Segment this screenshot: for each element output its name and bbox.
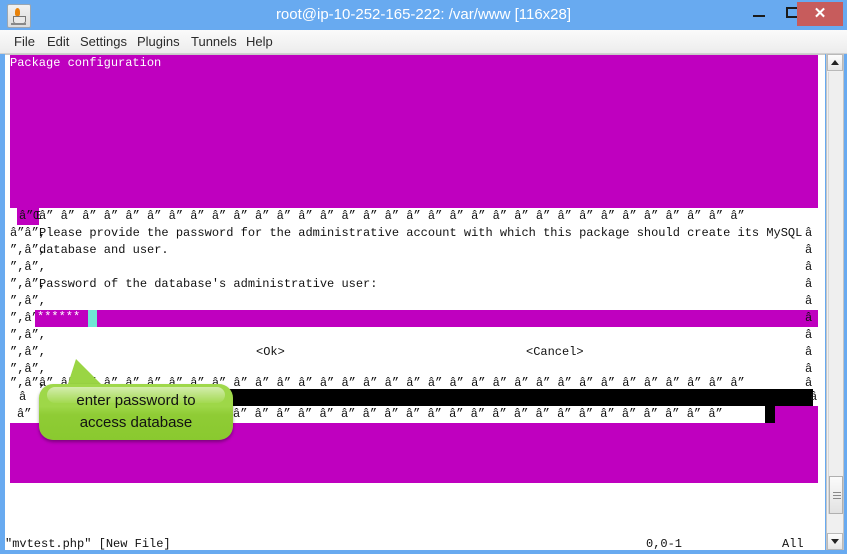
menu-item-plugins[interactable]: Plugins xyxy=(131,30,186,53)
dialog-text-intro-1: Please provide the password for the admi… xyxy=(39,226,803,240)
menu-item-edit[interactable]: Edit xyxy=(41,30,75,53)
menu-item-tunnels[interactable]: Tunnels xyxy=(185,30,243,53)
dialog-backdrop-top xyxy=(10,55,818,191)
callout-tail xyxy=(67,359,104,387)
window-title: root@ip-10-252-165-222: /var/www [116x28… xyxy=(275,6,572,23)
minimize-icon xyxy=(753,15,765,17)
dialog-border-row: â” â” â” â” â” â” â” â” â” â” â” â” â” â… xyxy=(39,208,818,225)
down-arrow-glyph xyxy=(831,539,839,544)
scrollbar-thumb[interactable] xyxy=(829,476,843,514)
minimize-button[interactable] xyxy=(742,0,776,26)
gutter-right-row1: â xyxy=(805,226,813,240)
gutter-right-row4: â xyxy=(805,277,813,291)
black-band-suffix: â xyxy=(810,390,818,404)
ok-button[interactable]: <Ok> xyxy=(256,344,285,361)
menu-item-help[interactable]: Help xyxy=(240,30,279,53)
dialog-password-prompt: Password of the database's administrativ… xyxy=(39,277,378,291)
menu-item-settings[interactable]: Settings xyxy=(74,30,133,53)
gutter-right-row8: â xyxy=(805,345,813,359)
up-arrow-glyph xyxy=(831,60,839,65)
callout-text-line-1: enter password to xyxy=(76,392,196,409)
password-input-field[interactable] xyxy=(35,310,818,325)
window-bottom-edge xyxy=(0,550,847,554)
vertical-scrollbar[interactable] xyxy=(826,54,844,550)
terminal-window: root@ip-10-252-165-222: /var/www [116x28… xyxy=(0,0,847,554)
dialog-text-intro-2: database and user. xyxy=(39,243,169,257)
dialog-border-prefix: â”Œ xyxy=(19,209,41,223)
gutter-right-row7: â xyxy=(805,328,813,342)
scrollbar-grip-icon xyxy=(833,492,841,493)
package-configuration-header: Package configuration xyxy=(10,56,162,70)
scroll-up-arrow-icon[interactable] xyxy=(827,54,843,71)
gutter-right-row5: â xyxy=(805,294,813,308)
text-cursor xyxy=(88,310,97,327)
menu-item-file[interactable]: File xyxy=(8,30,41,53)
callout-text: enter password to access database xyxy=(39,390,233,434)
terminal-screen: Package configuration â” â” â” â” â” â” … xyxy=(5,55,825,551)
gutter-right-row6: â xyxy=(805,311,813,325)
password-input-underline xyxy=(35,325,818,327)
password-masked-value: ****** xyxy=(37,310,81,324)
callout-text-line-2: access database xyxy=(79,414,193,431)
terminal-black-sliver xyxy=(765,406,775,423)
annotation-callout: enter password to access database xyxy=(39,359,233,440)
cancel-button[interactable]: <Cancel> xyxy=(526,344,584,361)
gutter-left-row8: ”,â”, xyxy=(10,345,47,359)
scroll-down-arrow-icon[interactable] xyxy=(827,533,843,550)
gutter-left-row5: ”,â”, xyxy=(10,294,47,308)
title-bar: root@ip-10-252-165-222: /var/www [116x28… xyxy=(0,0,847,30)
gutter-right-row3: â xyxy=(805,260,813,274)
gutter-left-row3: ”,â”, xyxy=(10,260,47,274)
close-icon: ✕ xyxy=(813,5,827,22)
black-band-prefix: â xyxy=(19,390,27,404)
terminal-magenta-sliver xyxy=(775,406,818,423)
menu-bar: File Edit Settings Plugins Tunnels Help xyxy=(0,30,847,54)
gutter-left-row7: ”,â”, xyxy=(10,328,47,342)
close-button[interactable]: ✕ xyxy=(797,2,843,26)
scrollbar-track[interactable] xyxy=(828,72,843,514)
dialog-top-border xyxy=(10,191,818,208)
terminal-area[interactable]: Package configuration â” â” â” â” â” â” … xyxy=(5,54,825,551)
gutter-right-row2: â xyxy=(805,243,813,257)
